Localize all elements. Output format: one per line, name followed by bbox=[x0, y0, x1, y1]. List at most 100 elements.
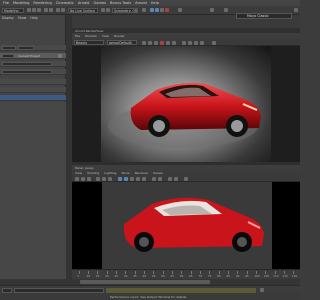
vp-menu-item[interactable]: Show bbox=[121, 171, 129, 175]
rv-menu-item[interactable]: File bbox=[75, 34, 80, 38]
pause-icon[interactable] bbox=[166, 40, 170, 45]
project-row[interactable]: Current Project bbox=[0, 53, 66, 59]
grid-icon[interactable] bbox=[96, 176, 100, 181]
panel-row[interactable] bbox=[0, 45, 66, 51]
command-input[interactable] bbox=[14, 287, 104, 293]
channel-icon[interactable] bbox=[194, 40, 198, 45]
new-scene-icon[interactable] bbox=[27, 8, 31, 12]
vp-menu-item[interactable]: Renderer bbox=[135, 171, 149, 175]
undo-icon[interactable] bbox=[44, 8, 48, 12]
lights-icon[interactable] bbox=[136, 176, 140, 181]
arnold-render-icon[interactable] bbox=[165, 8, 169, 12]
snapshot-icon[interactable] bbox=[154, 40, 158, 45]
outliner-list[interactable] bbox=[0, 102, 66, 290]
menu-item[interactable]: Arnold bbox=[78, 1, 90, 5]
left-menu-item[interactable]: Display bbox=[2, 16, 14, 20]
project-prefix-field[interactable] bbox=[2, 54, 14, 58]
exposure-icon[interactable] bbox=[168, 176, 172, 181]
stop-icon[interactable] bbox=[160, 40, 164, 45]
vp-menu-item[interactable]: Shading bbox=[87, 171, 99, 175]
timeline-tick-label: 120 bbox=[291, 274, 298, 278]
vp-menu-item[interactable]: Panels bbox=[153, 171, 163, 175]
timeline-tick-label: 15 bbox=[95, 274, 100, 278]
aov-dropdown[interactable]: Beauty bbox=[74, 40, 104, 45]
snap-curve-icon[interactable] bbox=[106, 8, 110, 12]
menu-item[interactable]: Cinematic bbox=[56, 1, 74, 5]
render-icon[interactable] bbox=[142, 40, 146, 45]
rv-menu-item[interactable]: View bbox=[102, 34, 109, 38]
region-icon[interactable] bbox=[148, 40, 152, 45]
select-hierarchy-icon[interactable] bbox=[56, 8, 60, 12]
timeline-tick-label: 110 bbox=[273, 274, 279, 278]
panel-row[interactable] bbox=[0, 69, 66, 75]
menu-item[interactable]: Arnold bbox=[135, 1, 147, 5]
shadows-icon[interactable] bbox=[142, 176, 146, 181]
menu-item[interactable]: File bbox=[3, 1, 9, 5]
folder-icon[interactable] bbox=[58, 54, 62, 58]
history-icon[interactable] bbox=[142, 8, 146, 12]
menu-item[interactable]: Bonus Tools bbox=[110, 1, 131, 5]
xray-icon[interactable] bbox=[152, 176, 156, 181]
redo-icon[interactable] bbox=[49, 8, 53, 12]
input-field-icon[interactable] bbox=[178, 8, 182, 12]
film-gate-icon[interactable] bbox=[102, 176, 106, 181]
panel-field[interactable] bbox=[2, 70, 52, 74]
left-menu-item[interactable]: Show bbox=[18, 16, 27, 20]
panel-row[interactable] bbox=[0, 61, 66, 67]
help-icon[interactable] bbox=[224, 8, 228, 12]
camera-attributes-icon[interactable] bbox=[81, 176, 85, 181]
channel-icon[interactable] bbox=[182, 40, 186, 45]
gamma-icon[interactable] bbox=[174, 176, 178, 181]
mel-toggle[interactable] bbox=[2, 287, 12, 293]
resolution-gate-icon[interactable] bbox=[108, 176, 112, 181]
command-result bbox=[106, 287, 256, 293]
channel-icon[interactable] bbox=[188, 40, 192, 45]
mode-dropdown[interactable]: Modeling bbox=[2, 8, 24, 13]
viewport-resolution-gate[interactable] bbox=[102, 182, 272, 269]
wireframe-icon[interactable] bbox=[118, 176, 122, 181]
panel-field[interactable] bbox=[18, 46, 34, 50]
ipr-render-icon[interactable] bbox=[155, 8, 159, 12]
camera-dropdown[interactable]: persp(Default) bbox=[107, 40, 137, 45]
display-icon[interactable] bbox=[212, 40, 216, 45]
smooth-shade-icon[interactable] bbox=[124, 176, 128, 181]
script-editor-icon[interactable] bbox=[260, 288, 264, 292]
workspace-dropdown[interactable]: Maya Classic bbox=[236, 13, 292, 19]
render-frame-icon[interactable] bbox=[150, 8, 154, 12]
timeline-tick-label: 85 bbox=[226, 274, 231, 278]
panel-field[interactable] bbox=[2, 46, 16, 50]
save-scene-icon[interactable] bbox=[37, 8, 41, 12]
range-handle[interactable] bbox=[80, 280, 210, 284]
refresh-icon[interactable] bbox=[172, 40, 176, 45]
snap-grid-icon[interactable] bbox=[101, 8, 105, 12]
menu-item[interactable]: Games bbox=[93, 1, 106, 5]
menu-item[interactable]: Modeling bbox=[13, 1, 29, 5]
rv-menu-item[interactable]: Render bbox=[114, 34, 125, 38]
color-management-icon[interactable] bbox=[184, 176, 188, 181]
sign-in-icon[interactable] bbox=[210, 8, 214, 12]
rv-menu-item[interactable]: Window bbox=[85, 34, 97, 38]
camera-icon[interactable] bbox=[75, 176, 79, 181]
time-slider[interactable]: 5 10 15 20 25 30 35 40 45 50 55 60 65 70 75 80 85 90 95 100… bbox=[72, 269, 300, 279]
panel-row[interactable] bbox=[0, 87, 66, 93]
left-menu-item[interactable]: Help bbox=[30, 16, 37, 20]
vp-menu-item[interactable]: Lighting bbox=[104, 171, 116, 175]
menu-item[interactable]: Rendering bbox=[33, 1, 51, 5]
textured-icon[interactable] bbox=[130, 176, 134, 181]
workspace-menu-icon[interactable] bbox=[294, 8, 298, 12]
live-surface-dropdown[interactable]: No Live Surface bbox=[68, 8, 98, 13]
isolate-icon[interactable] bbox=[158, 176, 162, 181]
menu-item[interactable]: Help bbox=[151, 1, 159, 5]
render-view-title: Arnold RenderView bbox=[75, 28, 104, 33]
selected-row[interactable] bbox=[0, 95, 66, 101]
bookmark-icon[interactable] bbox=[87, 176, 91, 181]
channel-icon[interactable] bbox=[200, 40, 204, 45]
timeline-tick-label: 35 bbox=[133, 274, 137, 278]
panel-row[interactable] bbox=[0, 79, 66, 85]
panel-field[interactable] bbox=[2, 62, 52, 66]
select-object-icon[interactable] bbox=[61, 8, 65, 12]
render-settings-icon[interactable] bbox=[160, 8, 164, 12]
vp-menu-item[interactable]: View bbox=[75, 171, 82, 175]
symmetry-dropdown[interactable]: Symmetry: Off bbox=[112, 8, 138, 13]
open-scene-icon[interactable] bbox=[32, 8, 36, 12]
